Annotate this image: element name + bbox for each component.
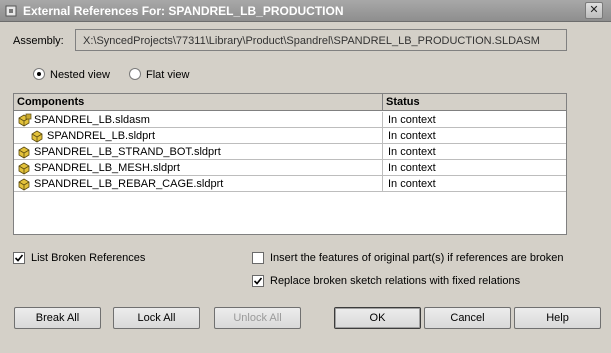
assembly-path-field: X:\SyncedProjects\77311\Library\Product\… <box>75 29 567 51</box>
nested-view-radio[interactable] <box>33 68 45 80</box>
help-button[interactable]: Help <box>514 307 601 329</box>
close-button[interactable]: ✕ <box>585 2 603 19</box>
window-title: External References For: SPANDREL_LB_PRO… <box>23 4 344 18</box>
close-icon: ✕ <box>589 4 599 16</box>
replace-relations-label[interactable]: Replace broken sketch relations with fix… <box>270 275 520 287</box>
table-row[interactable]: SPANDREL_LB_MESH.sldprt In context <box>14 160 566 176</box>
component-status: In context <box>382 160 566 175</box>
table-row[interactable]: SPANDREL_LB.sldprt In context <box>14 128 566 144</box>
cancel-button[interactable]: Cancel <box>424 307 511 329</box>
flat-view-label[interactable]: Flat view <box>146 69 189 81</box>
external-reference-icon <box>5 5 17 17</box>
component-name: SPANDREL_LB_MESH.sldprt <box>34 162 180 174</box>
component-status: In context <box>382 176 566 191</box>
lock-all-button[interactable]: Lock All <box>113 307 200 329</box>
part-icon <box>18 178 30 191</box>
table-row[interactable]: SPANDREL_LB_REBAR_CAGE.sldprt In context <box>14 176 566 192</box>
part-icon <box>18 146 30 159</box>
assembly-label: Assembly: <box>13 35 64 47</box>
checkmark-icon <box>253 277 263 285</box>
checkmark-icon <box>14 254 24 262</box>
component-status: In context <box>382 144 566 159</box>
component-name: SPANDREL_LB_REBAR_CAGE.sldprt <box>34 178 224 190</box>
column-header-status[interactable]: Status <box>383 94 566 111</box>
part-icon <box>31 130 43 143</box>
part-icon <box>18 162 30 175</box>
table-row[interactable]: SPANDREL_LB_STRAND_BOT.sldprt In context <box>14 144 566 160</box>
ok-button[interactable]: OK <box>334 307 421 329</box>
break-all-button[interactable]: Break All <box>14 307 101 329</box>
title-bar: External References For: SPANDREL_LB_PRO… <box>0 0 611 22</box>
table-row[interactable]: SPANDREL_LB.sldasm In context <box>14 112 566 128</box>
column-header-components[interactable]: Components <box>14 94 383 111</box>
nested-view-label[interactable]: Nested view <box>50 69 110 81</box>
component-name: SPANDREL_LB_STRAND_BOT.sldprt <box>34 146 221 158</box>
list-broken-references-label[interactable]: List Broken References <box>31 252 145 264</box>
flat-view-radio[interactable] <box>129 68 141 80</box>
component-status: In context <box>382 112 566 127</box>
unlock-all-button[interactable]: Unlock All <box>214 307 301 329</box>
insert-features-label[interactable]: Insert the features of original part(s) … <box>270 252 563 264</box>
component-status: In context <box>382 128 566 143</box>
component-name: SPANDREL_LB.sldasm <box>34 114 150 126</box>
replace-relations-checkbox[interactable] <box>252 275 264 287</box>
list-broken-references-checkbox[interactable] <box>13 252 25 264</box>
assembly-icon <box>18 113 32 127</box>
component-name: SPANDREL_LB.sldprt <box>47 130 156 142</box>
components-table[interactable]: Components Status SPANDREL_LB.sldasm In … <box>13 93 567 235</box>
insert-features-checkbox[interactable] <box>252 252 264 264</box>
